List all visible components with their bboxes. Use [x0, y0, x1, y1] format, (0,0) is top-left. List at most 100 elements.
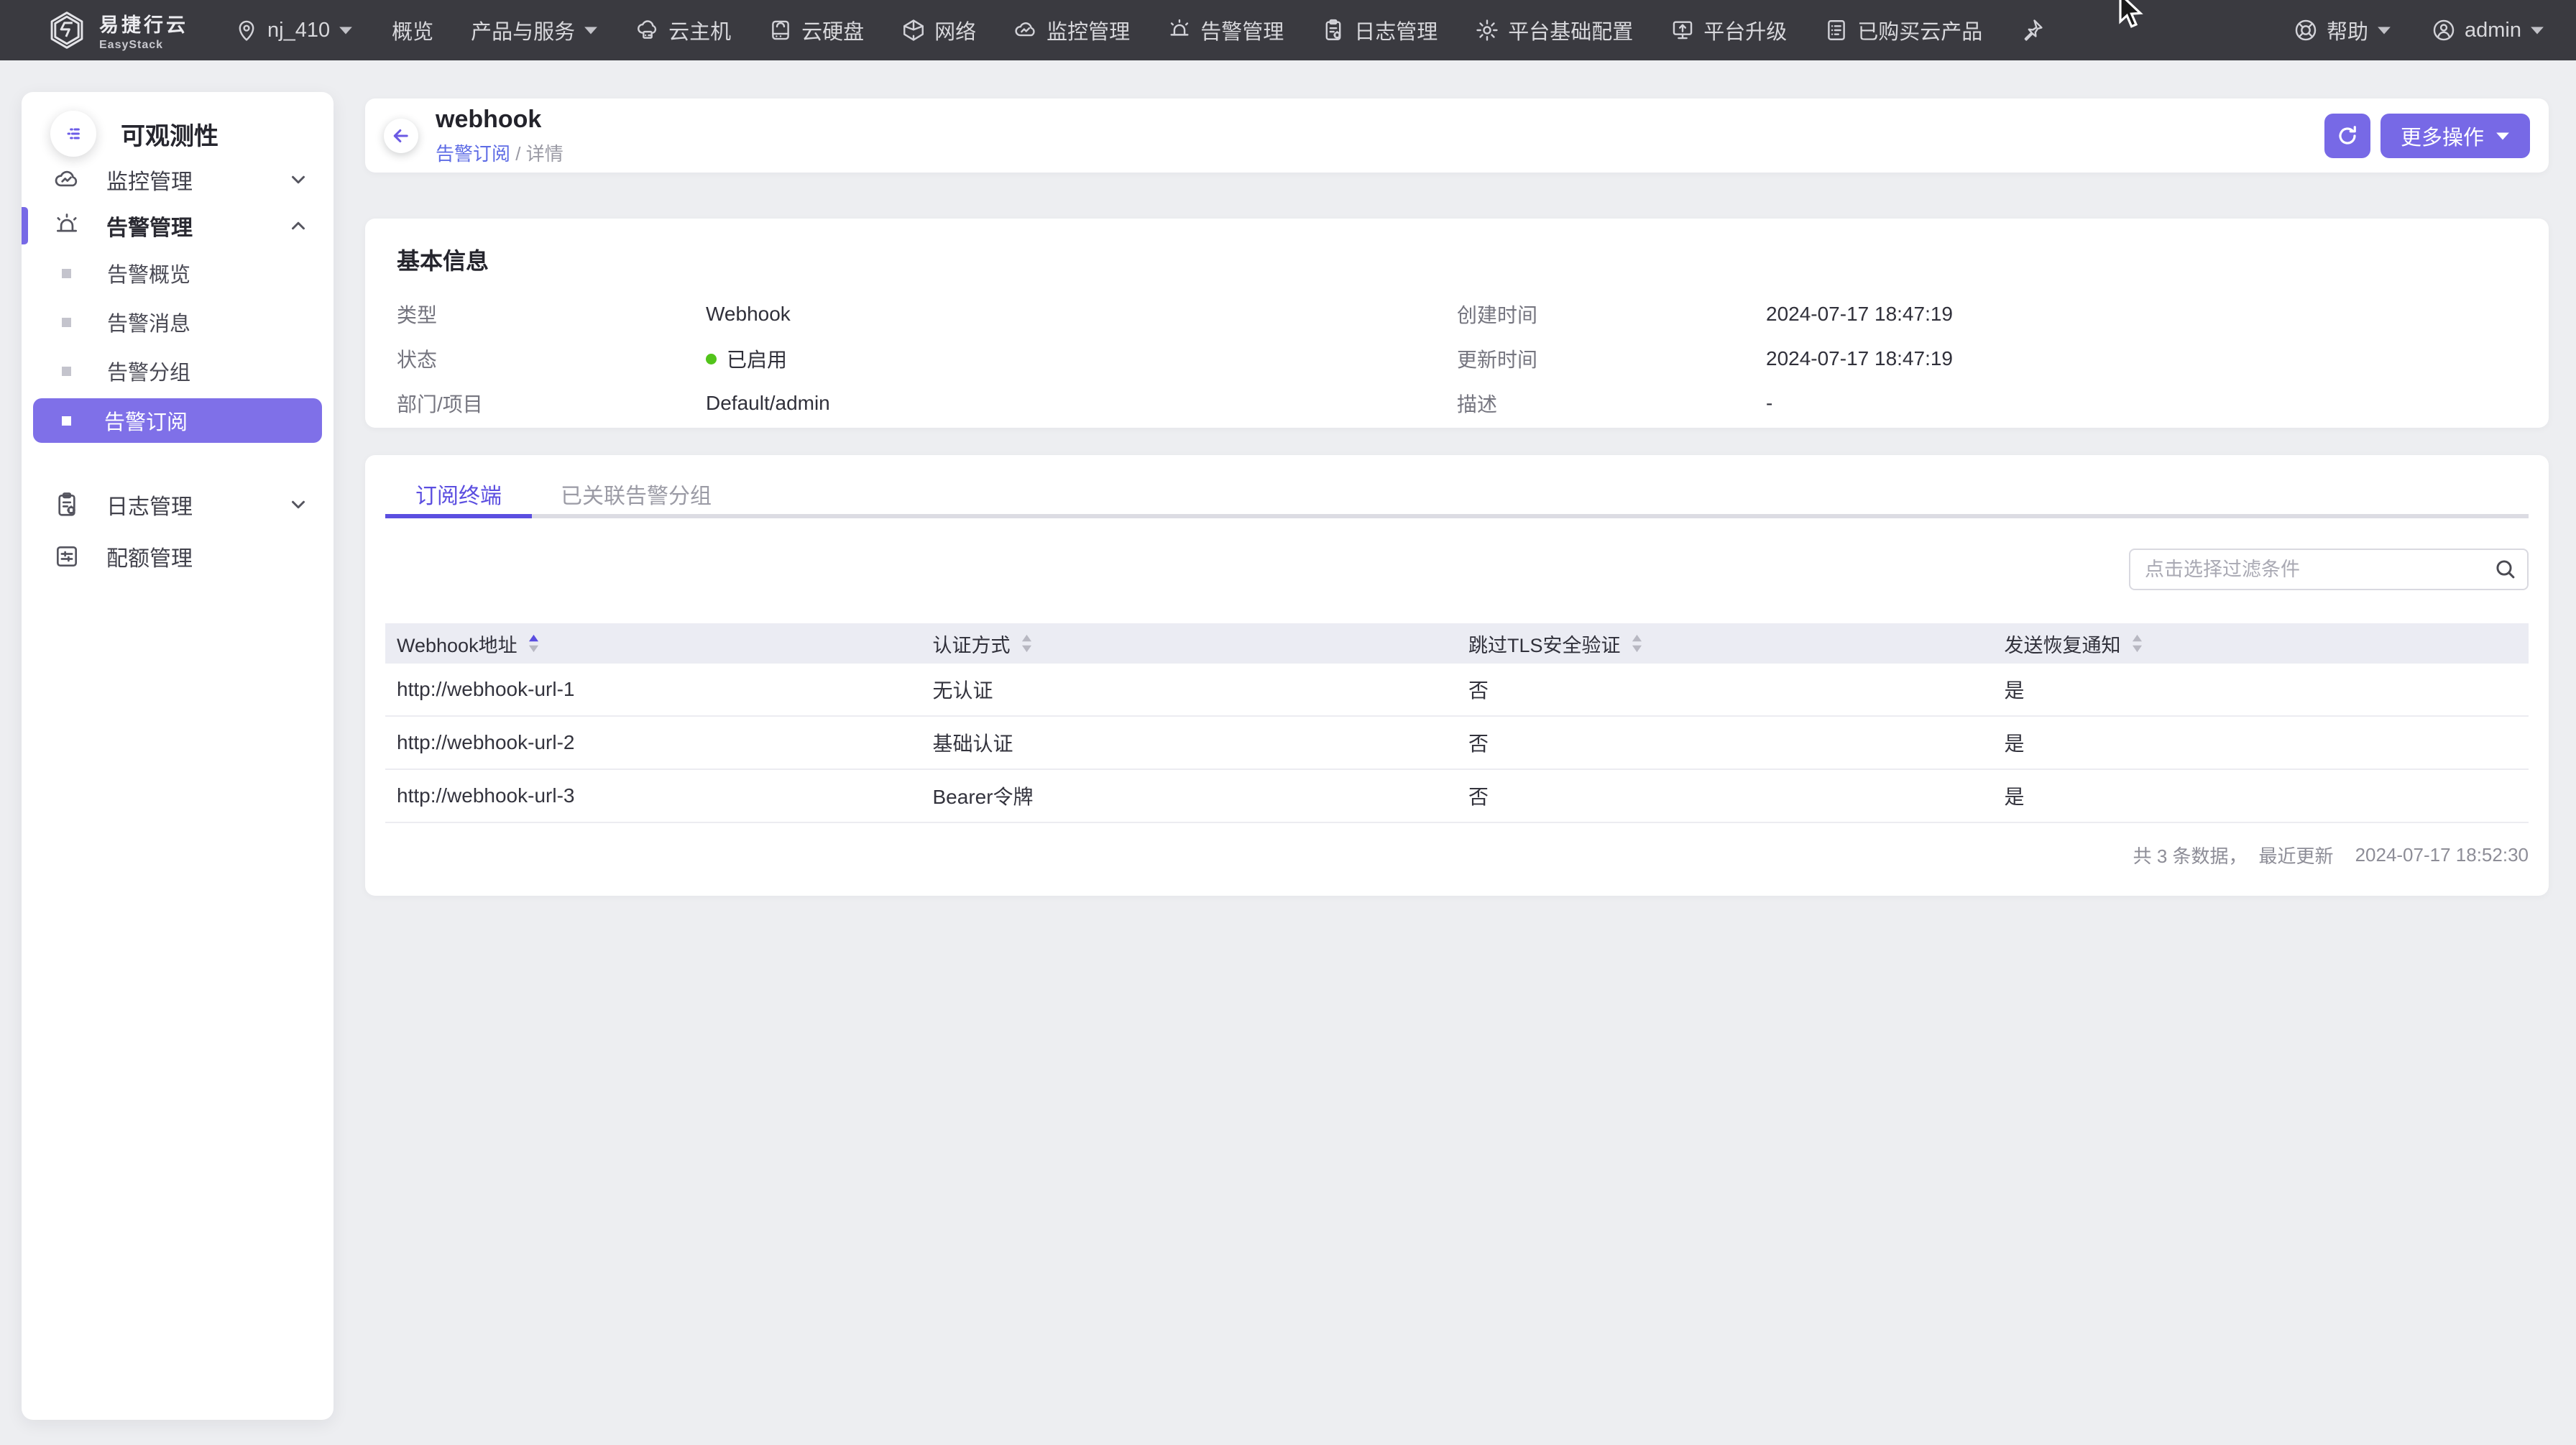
nav-item-purchased-products[interactable]: 已购买云产品: [1806, 0, 2001, 60]
status-dot-enabled: [706, 354, 717, 364]
top-navbar: 易捷行云 EasyStack nj_410 概览 产品与服务 云主机 云硬盘 网…: [0, 0, 2576, 60]
brand-name-en: EasyStack: [99, 39, 188, 52]
user-menu[interactable]: admin: [2432, 0, 2544, 60]
search-icon[interactable]: [2494, 558, 2517, 581]
nav-item-alerting[interactable]: 告警管理: [1149, 0, 1302, 60]
purchased-list-icon: [1824, 18, 1849, 42]
table-row[interactable]: http://webhook-url-2 基础认证 否 是: [385, 717, 2529, 770]
column-header-send-recovery[interactable]: 发送恢复通知: [1993, 630, 2529, 658]
sidebar-item-monitoring[interactable]: 监控管理: [22, 157, 334, 203]
column-header-skip-tls[interactable]: 跳过TLS安全验证: [1457, 630, 1993, 658]
basic-info-card: 基本信息 类型 Webhook 创建时间 2024-07-17 18:47:19…: [365, 219, 2549, 428]
last-updated-label: 最近更新: [2259, 842, 2334, 868]
main-content: webhook 告警订阅 / 详情 更多操作 基本信息 类型 Webhook 创…: [365, 0, 2549, 1445]
chevron-down-icon: [339, 25, 353, 35]
sidebar-header: 可观测性: [22, 92, 334, 157]
row-count: 共 3 条数据，: [2133, 842, 2248, 868]
sidebar-item-alerting[interactable]: 告警管理: [22, 203, 334, 249]
region-label: nj_410: [267, 19, 330, 42]
brand-name-cn: 易捷行云: [99, 9, 188, 37]
sidebar: 可观测性 监控管理 告警管理 告警概览 告警消息 告警分组 告警订阅 日志管理 …: [22, 92, 334, 1420]
filter-input-box: [2129, 549, 2529, 590]
subscription-detail-card: 订阅终端 已关联告警分组 Webhook地址 认证方式 跳过TLS安全验: [365, 455, 2549, 896]
table-row[interactable]: http://webhook-url-3 Bearer令牌 否 是: [385, 770, 2529, 823]
sidebar-item-log-management[interactable]: 日志管理: [22, 482, 334, 528]
chevron-up-icon: [288, 215, 309, 237]
region-selector[interactable]: nj_410: [234, 18, 353, 42]
pushpin-icon: [2020, 18, 2044, 42]
easystack-logo-icon: [47, 11, 86, 50]
breadcrumb-current: 详情: [526, 143, 564, 165]
chevron-down-icon: [584, 25, 598, 35]
refresh-button[interactable]: [2324, 114, 2370, 158]
back-button[interactable]: [384, 119, 418, 153]
tab-linked-alert-groups[interactable]: 已关联告警分组: [561, 474, 712, 514]
gear-icon: [1475, 18, 1499, 42]
help-menu[interactable]: 帮助: [2294, 0, 2391, 60]
user-avatar-icon: [2432, 18, 2456, 42]
bullet-icon: [62, 269, 71, 278]
log-clipboard-icon: [53, 491, 80, 518]
nav-item-logs[interactable]: 日志管理: [1302, 0, 1456, 60]
table-header-row: Webhook地址 认证方式 跳过TLS安全验证 发送恢复通知: [385, 623, 2529, 664]
pin-menu-button[interactable]: [2001, 0, 2063, 60]
nav-item-products[interactable]: 产品与服务: [452, 0, 617, 60]
chevron-down-icon: [2496, 131, 2510, 141]
nav-item-network[interactable]: 网络: [883, 0, 995, 60]
sidebar-item-alert-overview[interactable]: 告警概览: [22, 249, 334, 298]
cloud-server-icon: [635, 18, 660, 42]
alarm-siren-icon: [1167, 18, 1192, 42]
sort-icon[interactable]: [1631, 633, 1643, 653]
column-header-auth-method[interactable]: 认证方式: [921, 630, 1458, 658]
sidebar-collapse-button[interactable]: [50, 111, 96, 157]
field-type: 类型 Webhook: [397, 292, 1457, 336]
refresh-icon: [2336, 124, 2359, 147]
table-row[interactable]: http://webhook-url-1 无认证 否 是: [385, 664, 2529, 717]
nav-item-overview[interactable]: 概览: [373, 0, 452, 60]
sort-icon[interactable]: [1021, 633, 1033, 653]
quota-sliders-icon: [53, 543, 80, 570]
help-lifebuoy-icon: [2294, 18, 2318, 42]
more-actions-button[interactable]: 更多操作: [2380, 114, 2530, 158]
chevron-down-icon: [2377, 25, 2391, 35]
field-department-project: 部门/项目 Default/admin: [397, 381, 1457, 426]
basic-info-title: 基本信息: [397, 243, 2517, 276]
nav-item-platform-config[interactable]: 平台基础配置: [1456, 0, 1652, 60]
field-status: 状态 已启用: [397, 336, 1457, 381]
page-title: webhook: [436, 106, 564, 134]
column-header-webhook-url[interactable]: Webhook地址: [385, 630, 921, 658]
field-updated-time: 更新时间 2024-07-17 18:47:19: [1457, 336, 2517, 381]
field-created-time: 创建时间 2024-07-17 18:47:19: [1457, 292, 2517, 336]
sidebar-item-quota-management[interactable]: 配额管理: [22, 533, 334, 579]
chevron-down-icon: [2530, 25, 2544, 35]
breadcrumb: 告警订阅 / 详情: [436, 139, 564, 166]
sidebar-item-alert-subscriptions[interactable]: 告警订阅: [33, 398, 322, 443]
status-badge: 已启用: [727, 344, 787, 373]
nav-item-cloud-server[interactable]: 云主机: [617, 0, 750, 60]
alarm-siren-icon: [53, 212, 80, 239]
chevron-down-icon: [288, 169, 309, 191]
bullet-icon: [62, 416, 71, 426]
arrow-left-icon: [391, 126, 411, 146]
monitor-cloud-icon: [1013, 18, 1038, 42]
field-description: 描述 -: [1457, 381, 2517, 426]
filter-input[interactable]: [2129, 549, 2529, 590]
nav-item-cloud-disk[interactable]: 云硬盘: [750, 0, 883, 60]
location-pin-icon: [234, 18, 259, 42]
brand-logo[interactable]: 易捷行云 EasyStack: [47, 9, 188, 52]
sidebar-item-alert-messages[interactable]: 告警消息: [22, 298, 334, 347]
sidebar-item-alert-groups[interactable]: 告警分组: [22, 347, 334, 395]
tabs-bar: 订阅终端 已关联告警分组: [385, 474, 2529, 518]
sort-icon[interactable]: [2131, 633, 2143, 653]
menu-lines-icon: [62, 122, 85, 145]
endpoints-table: Webhook地址 认证方式 跳过TLS安全验证 发送恢复通知 http://w: [385, 623, 2529, 868]
tab-subscription-endpoints[interactable]: 订阅终端: [385, 474, 532, 514]
sidebar-title: 可观测性: [121, 116, 218, 152]
nav-item-platform-upgrade[interactable]: 平台升级: [1652, 0, 1806, 60]
sort-icon-asc-active[interactable]: [528, 633, 540, 653]
nav-item-monitoring[interactable]: 监控管理: [995, 0, 1149, 60]
breadcrumb-link-alert-subscriptions[interactable]: 告警订阅: [436, 143, 510, 165]
network-icon: [901, 18, 926, 42]
nav-menu: 概览 产品与服务 云主机 云硬盘 网络 监控管理 告警管理 日志管理: [373, 0, 2063, 60]
log-clipboard-icon: [1321, 18, 1346, 42]
